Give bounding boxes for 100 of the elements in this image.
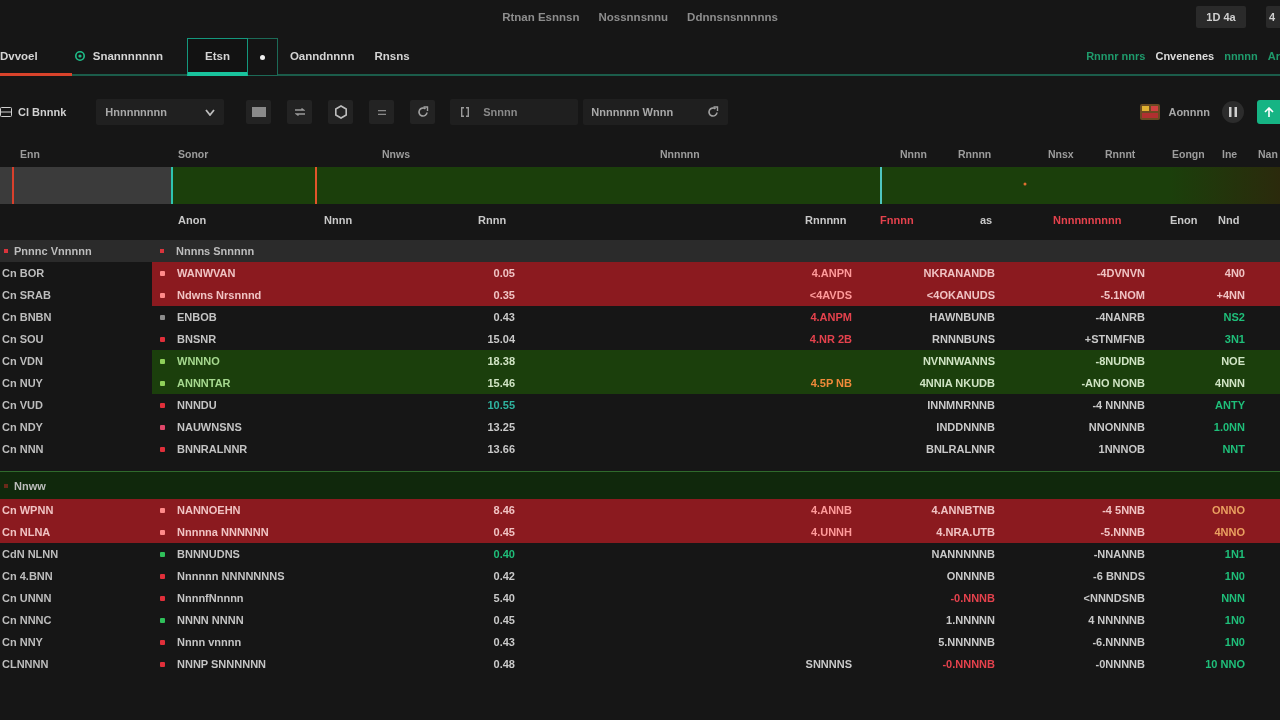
table-cell: Cn VDN: [2, 355, 43, 367]
column-header: Rnnnt: [1105, 148, 1136, 160]
table-cell: <NNNDSNB: [1083, 592, 1145, 604]
swap-icon: [294, 108, 305, 116]
summary-value: Nnd: [1218, 214, 1240, 226]
table-cell: NNNN NNNN: [177, 614, 244, 626]
filter-field[interactable]: Nnnnnnn Wnnn: [583, 99, 729, 125]
dot-icon: [259, 54, 265, 60]
table-cell: 0.40: [493, 548, 515, 560]
tab[interactable]: Etsn: [187, 38, 248, 76]
tab-dot-button[interactable]: [247, 38, 278, 76]
table-cell: -4 5NNB: [1102, 504, 1145, 516]
view-link[interactable]: Cnvenenes: [1155, 50, 1215, 62]
table-cell: 10.55: [487, 399, 515, 411]
table-cell: Cn SOU: [2, 333, 44, 345]
up-arrow-icon: [1263, 107, 1274, 117]
table-cell: -0NNNNB: [1095, 658, 1145, 670]
table-cell: Cn WPNN: [2, 504, 54, 516]
pause-button[interactable]: [1222, 101, 1244, 123]
table-cell: -5.1NOM: [1100, 289, 1145, 301]
view-link[interactable]: Ar: [1267, 50, 1280, 62]
table-cell: 15.04: [487, 333, 515, 345]
table-cell: 15.46: [487, 377, 515, 389]
toolbar-button[interactable]: [328, 100, 354, 124]
summary-value: Enon: [1170, 214, 1198, 226]
square-icon: [251, 107, 266, 117]
hexagon-icon: [333, 105, 348, 119]
top-link[interactable]: Nossnnsnnu: [598, 11, 669, 23]
table-cell: 4.NR 2B: [809, 333, 852, 345]
dropdown[interactable]: Hnnnnnnnn: [96, 99, 225, 125]
top-button[interactable]: 4: [1266, 6, 1280, 28]
search-field[interactable]: Snnnn: [450, 99, 579, 125]
table-cell: Nnnnna NNNNNN: [177, 526, 269, 538]
table-cell: ANTY: [1215, 399, 1245, 411]
account-button[interactable]: Cl Bnnnk: [0, 100, 67, 124]
table-cell: 13.66: [487, 443, 515, 455]
list-icon: [0, 107, 12, 117]
table-cell: <4AVDS: [809, 289, 852, 301]
table-cell: 4.NRA.UTB: [936, 526, 995, 538]
table-cell: 0.45: [493, 614, 515, 626]
tab[interactable]: Oanndnnnn: [279, 38, 365, 76]
table-cell: 1N0: [1224, 636, 1245, 648]
refresh-icon: [707, 106, 720, 118]
table-cell: 4.ANNB: [811, 504, 852, 516]
summary-value: Nnnnnnnnnn: [1053, 214, 1122, 226]
table-cell: Nnnnnn NNNNNNNS: [177, 570, 285, 582]
table-cell: NNN: [1221, 592, 1245, 604]
tab[interactable]: Snannnnnnn: [71, 38, 173, 76]
table-cell: 4 NNNNNB: [1088, 614, 1145, 626]
table-cell: Nnnn vnnnn: [177, 636, 242, 648]
table-cell: NNNDU: [177, 399, 217, 411]
summary-value: as: [980, 214, 993, 226]
table-cell: NAUWNSNS: [177, 421, 242, 433]
table-cell: RNNNBUNS: [932, 333, 995, 345]
group-label: Pnnnc Vnnnnn: [14, 245, 92, 257]
table-cell: 1N0: [1224, 614, 1245, 626]
table-cell: 0.43: [493, 636, 515, 648]
table-cell: Cn SRAB: [2, 289, 51, 301]
table-cell: -6 BNNDS: [1093, 570, 1145, 582]
table-cell: SNNNNS: [805, 658, 852, 670]
table-cell: -8NUDNB: [1095, 355, 1145, 367]
table-cell: NANNNNNB: [931, 548, 995, 560]
toolbar-button[interactable]: [410, 100, 436, 124]
toolbar-button[interactable]: [246, 100, 272, 124]
table-cell: Cn UNNN: [2, 592, 52, 604]
table-cell: 0.48: [493, 658, 515, 670]
table-cell: 0.35: [493, 289, 515, 301]
table-cell: ONNO: [1212, 504, 1245, 516]
table-cell: -0.NNNB: [950, 592, 995, 604]
table-cell: Cn BNBN: [2, 311, 52, 323]
table-cell: Cn NNNC: [2, 614, 52, 626]
tab[interactable]: Dvvoel: [0, 38, 72, 76]
table-cell: 4NNO: [1214, 526, 1245, 538]
toolbar-button[interactable]: [287, 100, 313, 124]
table-cell: 4NNIA NKUDB: [919, 377, 995, 389]
toolbar-button[interactable]: [369, 100, 395, 124]
top-link[interactable]: Ddnnsnsnnnnns: [687, 11, 778, 23]
table-cell: 1NNNOB: [1098, 443, 1145, 455]
top-button[interactable]: 1D 4a: [1196, 6, 1246, 28]
table-cell: 8.46: [493, 504, 515, 516]
table-cell: 18.38: [487, 355, 515, 367]
view-link[interactable]: nnnnn: [1224, 50, 1258, 62]
tab[interactable]: Rnsns: [364, 38, 420, 76]
table-cell: WANWVAN: [177, 267, 236, 279]
column-header: Nnnnnn: [660, 148, 700, 160]
top-link[interactable]: Rtnan Esnnsn: [502, 11, 580, 23]
pause-icon: [1229, 107, 1237, 117]
column-header: Enn: [20, 148, 40, 160]
table-cell: <4OKANUDS: [926, 289, 995, 301]
table-cell: BNSNR: [177, 333, 217, 345]
column-header: Ine: [1222, 148, 1238, 160]
table-cell: -0.NNNNB: [942, 658, 995, 670]
view-link[interactable]: Rnnnr nnrs: [1086, 50, 1146, 62]
table-cell: Cn NNY: [2, 636, 43, 648]
table-cell: NOE: [1221, 355, 1245, 367]
column-header: Eongn: [1172, 148, 1205, 160]
group-label: Nnnns Snnnnn: [176, 245, 255, 257]
table-cell: 5.40: [493, 592, 515, 604]
table-cell: BNNRALNNR: [177, 443, 248, 455]
table-cell: 10 NNO: [1205, 658, 1245, 670]
